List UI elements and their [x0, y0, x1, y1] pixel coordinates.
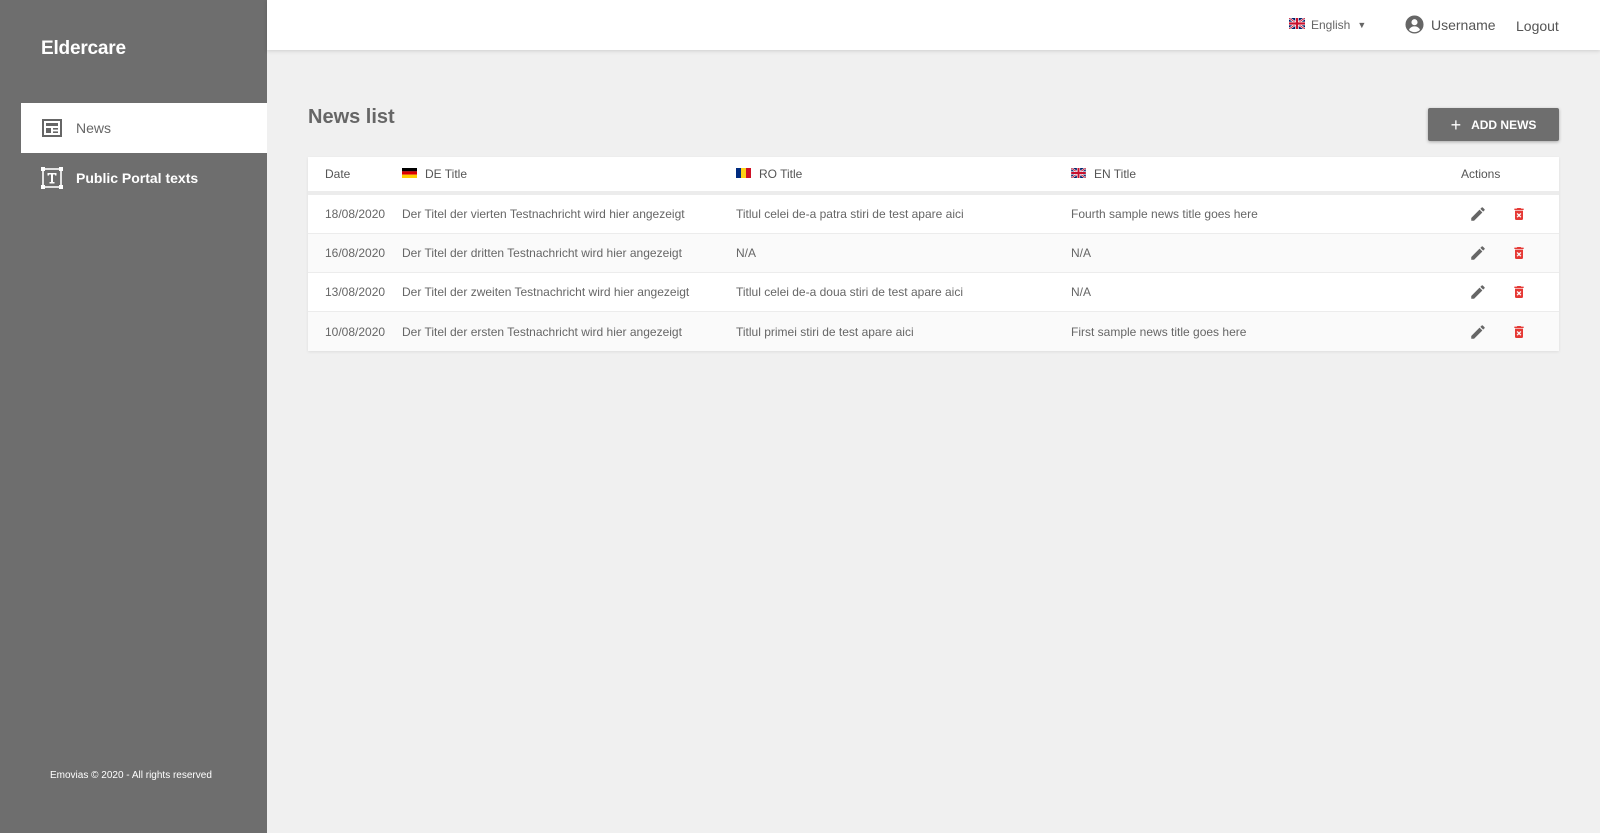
delete-icon[interactable] [1508, 242, 1530, 264]
cell-en-title: N/A [1071, 246, 1092, 260]
delete-icon[interactable] [1508, 281, 1530, 303]
romanian-flag-icon [736, 167, 751, 181]
cell-ro-title: N/A [736, 246, 757, 260]
cell-actions [1461, 321, 1559, 343]
sidebar-item-news[interactable]: News [21, 103, 267, 153]
table-row: 18/08/2020 Der Titel der vierten Testnac… [308, 195, 1559, 234]
sidebar-item-public-portal-texts[interactable]: Public Portal texts [21, 153, 267, 203]
cell-en-title: Fourth sample news title goes here [1071, 207, 1258, 221]
table-body: 18/08/2020 Der Titel der vierten Testnac… [308, 195, 1559, 351]
edit-icon[interactable] [1467, 281, 1489, 303]
table-row: 16/08/2020 Der Titel der dritten Testnac… [308, 234, 1559, 273]
cell-actions [1461, 281, 1559, 303]
newspaper-icon [41, 117, 63, 139]
language-selector[interactable]: English ▼ [1288, 17, 1367, 32]
cell-date: 10/08/2020 [325, 324, 386, 339]
news-table: Date DE Title RO Title EN Title Actions … [308, 157, 1559, 351]
column-header-en: EN Title [1070, 167, 1461, 181]
table-row: 10/08/2020 Der Titel der ersten Testnach… [308, 312, 1559, 351]
cell-de-title: Der Titel der zweiten Testnachricht wird… [402, 285, 690, 299]
edit-icon[interactable] [1467, 242, 1489, 264]
page-title: News list [308, 106, 395, 128]
sidebar: Eldercare News Public Portal texts Emovi… [0, 0, 267, 833]
delete-icon[interactable] [1508, 203, 1530, 225]
cell-ro-title: Titlul primei stiri de test apare aici [736, 324, 914, 339]
cell-en-title: First sample news title goes here [1071, 324, 1247, 339]
top-bar: English ▼ Username Logout [267, 0, 1600, 50]
column-header-actions: Actions [1461, 167, 1501, 181]
cell-actions [1461, 203, 1559, 225]
sidebar-nav: News Public Portal texts [21, 103, 267, 203]
uk-flag-icon [1070, 167, 1087, 181]
column-header-de: DE Title [402, 167, 736, 181]
cell-date: 16/08/2020 [325, 246, 386, 260]
user-menu[interactable]: Username [1405, 15, 1496, 34]
plus-icon: + [1450, 114, 1462, 135]
logout-link[interactable]: Logout [1516, 18, 1559, 34]
column-header-date: Date [325, 167, 351, 181]
cell-de-title: Der Titel der vierten Testnachricht wird… [402, 207, 685, 221]
sidebar-item-label: News [76, 120, 112, 136]
cell-date: 13/08/2020 [325, 285, 386, 299]
german-flag-icon [402, 167, 417, 181]
column-header-ro: RO Title [736, 167, 1071, 181]
language-label: English [1311, 18, 1351, 32]
edit-icon[interactable] [1467, 203, 1489, 225]
cell-en-title: N/A [1071, 285, 1092, 299]
edit-icon[interactable] [1467, 321, 1489, 343]
cell-ro-title: Titlul celei de-a doua stiri de test apa… [736, 285, 964, 299]
cell-actions [1461, 242, 1559, 264]
add-news-button[interactable]: + ADD NEWS [1428, 108, 1559, 141]
caret-down-icon: ▼ [1357, 20, 1367, 30]
brand-title: Eldercare [41, 38, 126, 59]
cell-date: 18/08/2020 [325, 207, 386, 221]
sidebar-item-label: Public Portal texts [76, 170, 199, 186]
cell-de-title: Der Titel der dritten Testnachricht wird… [402, 246, 682, 260]
cell-ro-title: Titlul celei de-a patra stiri de test ap… [736, 207, 964, 221]
delete-icon[interactable] [1508, 321, 1530, 343]
table-row: 13/08/2020 Der Titel der zweiten Testnac… [308, 273, 1559, 312]
copyright-footer: Emovias © 2020 - All rights reserved [50, 770, 212, 781]
table-header: Date DE Title RO Title EN Title Actions [308, 157, 1559, 195]
add-news-label: ADD NEWS [1471, 117, 1537, 132]
uk-flag-icon [1288, 17, 1306, 32]
cell-de-title: Der Titel der ersten Testnachricht wird … [402, 324, 682, 339]
username-label: Username [1431, 16, 1496, 33]
text-format-icon [41, 167, 63, 189]
account-circle-icon [1405, 15, 1424, 34]
